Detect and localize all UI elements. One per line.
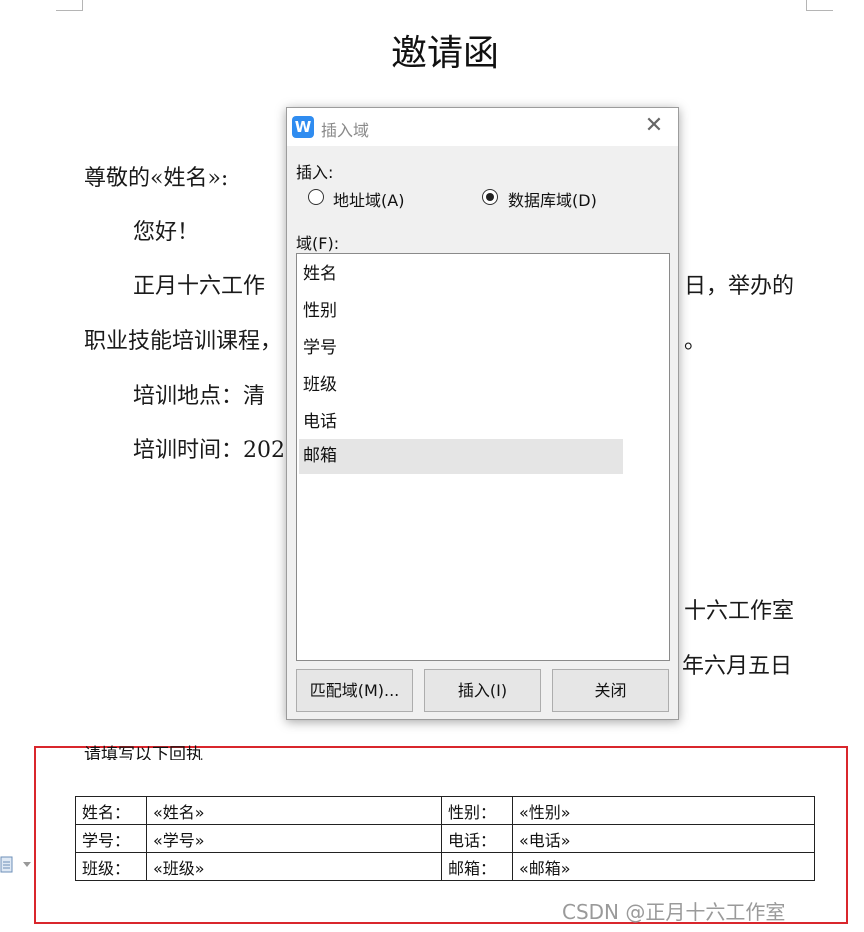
table-cell-key: 性别： <box>441 796 513 825</box>
merge-field-cell[interactable]: «姓名» <box>146 796 442 825</box>
table-cell-key: 学号： <box>75 824 147 853</box>
watermark: CSDN @正月十六工作室 <box>562 900 786 924</box>
reply-table: 姓名： «姓名» 性别： «性别» 学号： «学号» 电话： «电话» 班级： … <box>75 796 815 881</box>
insert-label: 插入: <box>296 163 334 182</box>
table-cell-key: 班级： <box>75 852 147 881</box>
table-row: 班级： «班级» 邮箱： «邮箱» <box>75 852 815 881</box>
list-item[interactable]: 班级 <box>299 368 623 403</box>
radio-database-field[interactable] <box>482 189 498 205</box>
radio-database-label[interactable]: 数据库域(D) <box>508 187 597 211</box>
insert-field-dialog: W 插入域 ✕ 插入: 地址域(A) 数据库域(D) 域(F): 姓名 性别 学… <box>286 107 679 720</box>
merge-field-cell[interactable]: «邮箱» <box>512 852 815 881</box>
reply-label: 请填写以下回执 <box>84 745 203 760</box>
chevron-down-icon[interactable] <box>23 862 31 867</box>
page-corner-mark-right <box>806 0 833 11</box>
wps-writer-icon: W <box>292 116 314 138</box>
merge-field-cell[interactable]: «电话» <box>512 824 815 853</box>
table-row: 姓名： «姓名» 性别： «性别» <box>75 796 815 825</box>
paragraph-1-end: 日，举办的 <box>684 274 795 299</box>
salutation: 尊敬的«姓名»: <box>84 166 229 191</box>
dialog-title: 插入域 <box>321 121 370 140</box>
fields-label: 域(F): <box>296 234 340 253</box>
paste-options-icon[interactable] <box>0 856 14 874</box>
table-cell-key: 姓名： <box>75 796 147 825</box>
radio-address-label[interactable]: 地址域(A) <box>333 187 404 211</box>
merge-field-cell[interactable]: «性别» <box>512 796 815 825</box>
list-item[interactable]: 电话 <box>299 405 623 440</box>
insert-button[interactable]: 插入(I) <box>424 669 541 712</box>
list-item[interactable]: 学号 <box>299 331 623 366</box>
table-row: 学号： «学号» 电话： «电话» <box>75 824 815 853</box>
match-fields-button[interactable]: 匹配域(M)... <box>296 669 413 712</box>
close-icon[interactable]: ✕ <box>643 114 665 138</box>
signature-org: 十六工作室 <box>684 599 795 624</box>
dialog-titlebar[interactable]: W 插入域 ✕ <box>287 108 678 146</box>
list-item[interactable]: 性别 <box>299 294 623 329</box>
list-item-selected[interactable]: 邮箱 <box>299 439 623 474</box>
radio-address-field[interactable] <box>308 189 324 205</box>
signature-date: 年六月五日 <box>682 654 793 679</box>
document-title: 邀请函 <box>390 33 499 74</box>
paragraph-2-end: 。 <box>684 329 707 354</box>
table-cell-key: 邮箱： <box>441 852 513 881</box>
close-button[interactable]: 关闭 <box>552 669 669 712</box>
merge-field-cell[interactable]: «学号» <box>146 824 442 853</box>
list-item[interactable]: 姓名 <box>299 257 623 292</box>
fields-listbox[interactable]: 姓名 性别 学号 班级 电话 邮箱 <box>296 253 670 661</box>
paragraph-2-start: 职业技能培训课程， <box>84 329 283 354</box>
paragraph-1-start: 正月十六工作 <box>133 274 266 299</box>
page-corner-mark-left <box>56 0 83 11</box>
training-location: 培训地点：清 <box>133 384 266 409</box>
merge-field-cell[interactable]: «班级» <box>146 852 442 881</box>
table-cell-key: 电话： <box>441 824 513 853</box>
greeting: 您好！ <box>133 220 200 245</box>
training-time: 培训时间：202 <box>133 438 285 463</box>
